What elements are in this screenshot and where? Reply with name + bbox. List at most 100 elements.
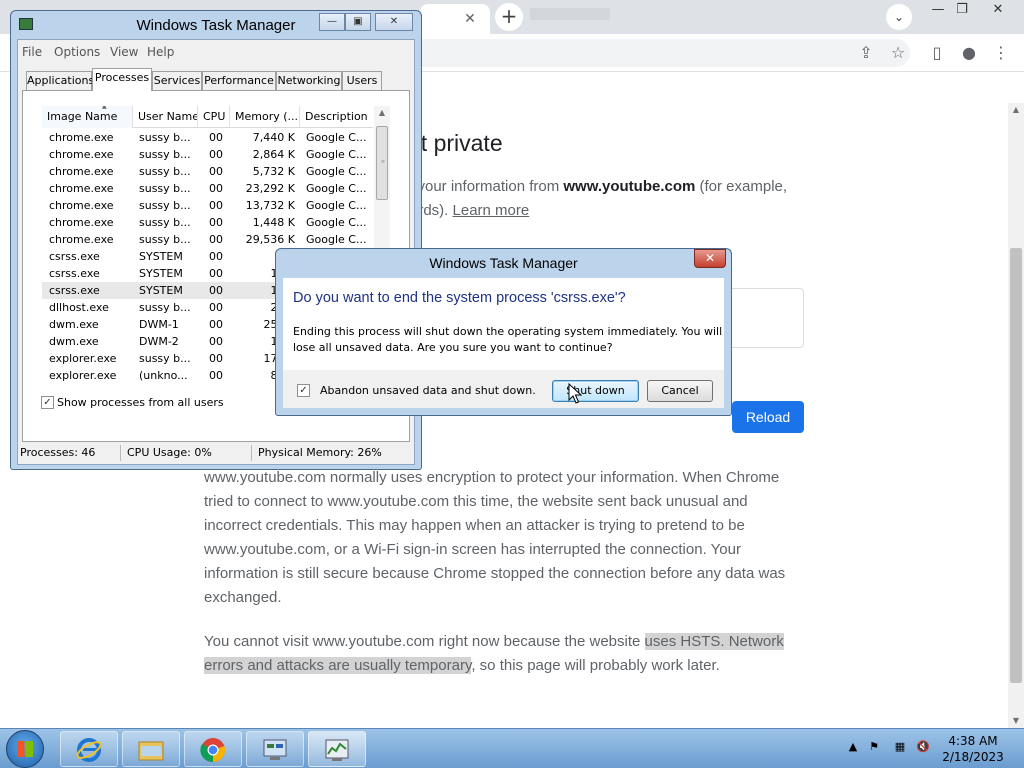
taskbar-chrome[interactable]	[184, 731, 242, 767]
restore-icon[interactable]: ❐	[946, 0, 978, 22]
tab-ghost	[530, 8, 610, 20]
process-row[interactable]: chrome.exe sussy b... 00 1,448 K Google C...	[42, 214, 372, 231]
start-button[interactable]	[6, 730, 44, 768]
process-row[interactable]: chrome.exe sussy b... 00 23,292 K Google C..…	[42, 180, 372, 197]
process-memory: 13,732 K	[245, 199, 295, 212]
process-user: sussy b...	[139, 131, 191, 144]
process-description: Google C...	[306, 199, 367, 212]
process-row[interactable]: chrome.exe sussy b... 00 13,732 K Google C..…	[42, 197, 372, 214]
tab-processes[interactable]: Processes	[92, 68, 152, 91]
process-row[interactable]: chrome.exe sussy b... 00 7,440 K Google C...	[42, 129, 372, 146]
process-user: sussy b...	[139, 233, 191, 246]
taskbar-task-manager[interactable]	[308, 731, 366, 767]
scroll-down-icon[interactable]: ▼	[1008, 714, 1024, 728]
reload-button[interactable]: Reload	[732, 401, 804, 433]
process-user: DWM-1	[139, 318, 179, 331]
tab-search-chevron-icon[interactable]: ⌄	[886, 4, 912, 30]
column-user-name[interactable]: User Name	[133, 106, 198, 128]
cancel-button[interactable]: Cancel	[647, 380, 713, 402]
column-cpu[interactable]: CPU	[198, 106, 230, 128]
new-tab-button[interactable]: +	[495, 3, 523, 31]
process-row[interactable]: chrome.exe sussy b... 00 5,732 K Google C...	[42, 163, 372, 180]
advanced-box	[724, 288, 804, 348]
tab-performance[interactable]: Performance	[202, 71, 276, 90]
clock-date: 2/18/2023	[942, 750, 1004, 764]
minimize-icon[interactable]: —	[319, 13, 345, 31]
close-icon[interactable]: ✕	[375, 13, 413, 31]
status-cpu: CPU Usage: 0%	[124, 445, 252, 461]
side-panel-icon[interactable]: ▯	[926, 42, 948, 64]
menu-file[interactable]: File	[22, 45, 42, 59]
process-memory: 7,440 K	[252, 131, 295, 144]
taskbar-control-panel[interactable]	[246, 731, 304, 767]
menu-bar: File Options View Help	[18, 42, 414, 62]
process-row[interactable]: chrome.exe sussy b... 00 2,864 K Google C...	[42, 146, 372, 163]
scroll-thumb[interactable]	[1010, 248, 1022, 683]
process-user: sussy b...	[139, 216, 191, 229]
scroll-up-icon[interactable]: ▲	[1008, 103, 1024, 117]
tab-close-icon[interactable]: ✕	[462, 11, 478, 27]
tab-services[interactable]: Services	[152, 71, 202, 90]
column-description[interactable]: Description	[300, 106, 373, 128]
process-cpu: 00	[209, 335, 223, 348]
system-clock[interactable]: 4:38 AM 2/18/2023	[936, 733, 1010, 765]
abandon-data-checkbox[interactable]: ✓	[297, 384, 310, 397]
scroll-thumb[interactable]: ≡	[376, 126, 388, 200]
process-row[interactable]: chrome.exe sussy b... 00 29,536 K Google C..…	[42, 231, 372, 248]
process-memory: 5,732 K	[252, 165, 295, 178]
bookmark-star-icon[interactable]: ☆	[887, 42, 909, 64]
process-user: sussy b...	[139, 165, 191, 178]
process-description: Google C...	[306, 165, 367, 178]
tab-networking[interactable]: Networking	[276, 71, 342, 90]
process-name: csrss.exe	[49, 250, 100, 263]
address-bar[interactable]	[400, 39, 910, 67]
process-cpu: 00	[209, 216, 223, 229]
tab-users[interactable]: Users	[342, 71, 382, 90]
end-process-dialog: Windows Task Manager ✕ Do you want to en…	[275, 248, 732, 416]
scroll-up-icon[interactable]: ▲	[374, 106, 390, 120]
action-center-flag-icon[interactable]: ⚑	[867, 740, 881, 754]
process-name: csrss.exe	[49, 284, 100, 297]
column-memory[interactable]: Memory (...	[230, 106, 300, 128]
show-all-label: Show processes from all users	[57, 396, 224, 409]
abandon-data-label[interactable]: Abandon unsaved data and shut down.	[320, 384, 536, 397]
taskbar: ▲ ⚑ ▦ 🔇 4:38 AM 2/18/2023	[0, 728, 1024, 768]
process-cpu: 00	[209, 267, 223, 280]
show-hidden-icons-icon[interactable]: ▲	[846, 740, 860, 754]
shut-down-button[interactable]: Shut down	[552, 380, 639, 402]
process-cpu: 00	[209, 318, 223, 331]
volume-muted-icon[interactable]: 🔇	[916, 740, 930, 754]
process-user: (unkno...	[139, 369, 188, 382]
taskbar-internet-explorer[interactable]	[60, 731, 118, 767]
maximize-icon[interactable]: ▣	[345, 13, 371, 31]
hsts-text-end: , so this page will probably work later.	[471, 657, 720, 674]
tab-applications[interactable]: Applications	[26, 71, 94, 90]
share-icon[interactable]: ⇪	[855, 42, 877, 64]
summary-text-end: (for example,	[695, 178, 788, 195]
close-icon[interactable]: ✕	[694, 249, 726, 268]
menu-options[interactable]: Options	[54, 45, 100, 59]
menu-view[interactable]: View	[110, 45, 138, 59]
menu-help[interactable]: Help	[147, 45, 174, 59]
title-bar[interactable]: Windows Task Manager — ▣ ✕	[11, 11, 421, 39]
menu-kebab-icon[interactable]: ⋮	[990, 42, 1012, 64]
process-description: Google C...	[306, 216, 367, 229]
process-user: sussy b...	[139, 148, 191, 161]
show-all-checkbox[interactable]: ✓	[41, 396, 54, 409]
process-memory: 29,536 K	[245, 233, 295, 246]
site-name: www.youtube.com	[563, 178, 696, 195]
learn-more-link[interactable]: Learn more	[453, 202, 530, 219]
process-memory: 23,292 K	[245, 182, 295, 195]
close-icon[interactable]: ✕	[982, 0, 1014, 22]
page-scrollbar[interactable]: ▲ ▼	[1008, 103, 1024, 728]
process-description: Google C...	[306, 182, 367, 195]
profile-avatar-icon[interactable]: ●	[958, 42, 980, 64]
process-name: chrome.exe	[49, 131, 114, 144]
process-name: chrome.exe	[49, 148, 114, 161]
column-image-name[interactable]: ▲ Image Name	[42, 106, 133, 128]
taskbar-file-explorer[interactable]	[122, 731, 180, 767]
internet-explorer-icon	[76, 738, 102, 762]
process-cpu: 00	[209, 284, 223, 297]
network-icon[interactable]: ▦	[893, 740, 907, 754]
browser-tab[interactable]: ✕	[420, 4, 490, 34]
